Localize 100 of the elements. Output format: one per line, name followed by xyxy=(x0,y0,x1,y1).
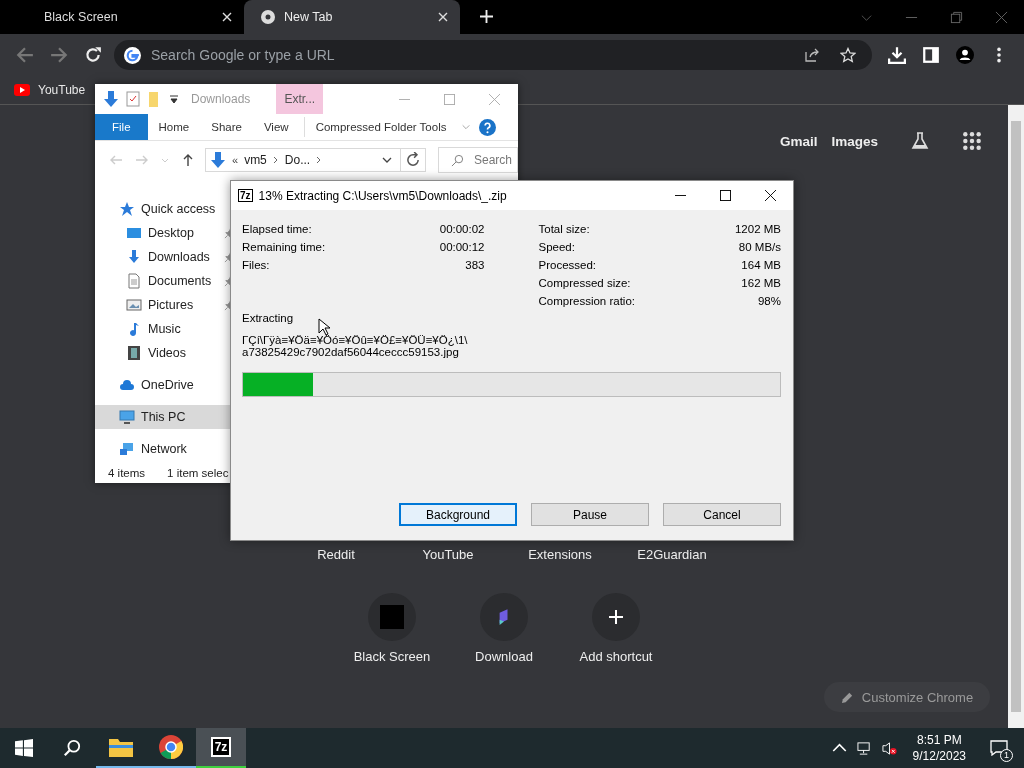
browser-tab[interactable]: Black Screen xyxy=(28,0,244,34)
stat-value: 80 MB/s xyxy=(738,241,781,253)
maximize-icon[interactable] xyxy=(720,190,731,201)
address-bar[interactable]: Search Google or type a URL xyxy=(114,40,872,70)
back-icon[interactable] xyxy=(16,46,34,64)
nav-item[interactable]: Videos xyxy=(95,341,235,365)
shortcut-label[interactable]: Reddit xyxy=(317,547,355,562)
chevron-right-icon[interactable] xyxy=(316,156,323,164)
pencil-icon xyxy=(840,690,854,704)
help-icon[interactable] xyxy=(479,118,497,136)
search-field[interactable]: Search xyxy=(438,147,518,173)
stat-value: 00:00:12 xyxy=(439,241,485,253)
share-icon[interactable] xyxy=(804,47,820,63)
shortcut-icon[interactable] xyxy=(480,593,528,641)
close-icon[interactable] xyxy=(765,190,776,201)
document-icon xyxy=(126,273,142,289)
stat-value: 1202 MB xyxy=(734,223,781,235)
shortcut-label[interactable]: Download xyxy=(475,649,533,664)
stat-label: Total size: xyxy=(538,223,590,235)
nav-item[interactable]: Pictures xyxy=(95,293,235,317)
search-icon xyxy=(451,153,464,167)
add-shortcut-button[interactable] xyxy=(592,593,640,641)
restore-icon[interactable] xyxy=(950,10,963,24)
shortcut-label[interactable]: Extensions xyxy=(528,547,592,562)
download-icon xyxy=(210,152,226,168)
plus-icon xyxy=(608,609,624,625)
browser-tab[interactable]: New Tab xyxy=(244,0,460,34)
file-tab[interactable]: File xyxy=(95,114,148,140)
clock-time[interactable]: 8:51 PM xyxy=(916,732,962,748)
plus-icon[interactable] xyxy=(480,10,493,23)
nav-item[interactable]: Music xyxy=(95,317,235,341)
bookmark[interactable]: YouTube xyxy=(14,83,86,97)
download-icon xyxy=(126,249,142,265)
clock-date[interactable]: 9/12/2023 xyxy=(912,748,966,764)
address-field[interactable]: « vm5 Do... xyxy=(205,148,401,172)
dialog-button[interactable]: Pause xyxy=(531,503,649,526)
address-input[interactable]: Search Google or type a URL xyxy=(149,46,790,64)
download-icon[interactable] xyxy=(888,46,906,64)
tab-title: New Tab xyxy=(284,10,334,24)
customize-button[interactable]: Customize Chrome xyxy=(824,682,990,712)
cursor-icon xyxy=(318,318,330,336)
window-title: Downloads xyxy=(191,92,251,106)
stat-label: Files: xyxy=(242,259,270,271)
status-label: Extracting xyxy=(242,312,295,324)
picture-icon xyxy=(126,297,142,313)
up-arrow-icon[interactable] xyxy=(181,153,195,167)
speech-bubble-icon xyxy=(990,740,1008,756)
side-panel-icon[interactable] xyxy=(922,46,940,64)
ribbon-tab[interactable]: Compressed Folder Tools xyxy=(304,114,458,140)
properties-icon[interactable] xyxy=(125,91,141,107)
star-icon[interactable] xyxy=(840,47,856,63)
chrome-logo-icon xyxy=(260,9,276,25)
network-icon[interactable] xyxy=(856,740,872,756)
nav-item[interactable]: OneDrive xyxy=(95,373,235,397)
stat-label: Elapsed time: xyxy=(242,223,312,235)
dialog-button[interactable]: Cancel xyxy=(663,503,781,526)
ribbon-tab[interactable]: Share xyxy=(200,114,253,140)
reload-icon[interactable] xyxy=(84,46,102,64)
film-icon xyxy=(126,345,142,361)
shortcut-label[interactable]: Black Screen xyxy=(353,649,431,664)
apps-grid-icon[interactable] xyxy=(962,131,982,151)
monitor-icon xyxy=(119,409,135,425)
forward-icon[interactable] xyxy=(50,46,68,64)
tab-title: Black Screen xyxy=(44,10,119,24)
app-logo: 7z xyxy=(210,737,232,757)
stat-label: Speed: xyxy=(538,241,575,253)
refresh-icon[interactable] xyxy=(400,148,426,172)
chevron-right-icon[interactable] xyxy=(272,156,279,164)
nav-item[interactable]: Quick access xyxy=(95,197,235,221)
google-icon xyxy=(124,46,141,64)
status-text: 4 items xyxy=(108,466,146,479)
header-link[interactable]: Images xyxy=(831,133,878,149)
notification-button[interactable]: 1 xyxy=(982,728,1016,768)
ribbon-tab[interactable]: View xyxy=(252,114,300,140)
dialog-button[interactable]: Background xyxy=(399,503,517,526)
chevron-down-icon[interactable] xyxy=(382,156,392,164)
shortcut-label[interactable]: E2Guardian xyxy=(637,547,707,562)
context-header: Extr... xyxy=(276,84,324,114)
nav-item[interactable]: Desktop xyxy=(95,221,235,245)
stat-label: Compression ratio: xyxy=(538,295,635,307)
scrollbar[interactable] xyxy=(1008,105,1024,728)
stat-label: Processed: xyxy=(538,259,597,271)
file-path: ΓÇí\Γÿà≡¥Öä≡¥Öó≡¥Öû≡¥Ö£≡¥ÖÜ≡¥Ö¿\1\ xyxy=(242,334,469,346)
ribbon-tab[interactable]: Home xyxy=(147,114,201,140)
header-link[interactable]: Gmail xyxy=(779,133,818,149)
nav-item[interactable]: Network xyxy=(95,437,235,461)
network-icon xyxy=(119,441,135,457)
cloud-icon xyxy=(119,377,135,393)
profile-icon[interactable] xyxy=(956,46,974,64)
flask-icon[interactable] xyxy=(910,131,930,151)
muted-speaker-icon[interactable] xyxy=(881,740,897,756)
app-logo: 7z xyxy=(238,189,253,202)
stat-label: Remaining time: xyxy=(242,241,326,253)
shortcut-label[interactable]: YouTube xyxy=(422,547,474,562)
caret-icon[interactable] xyxy=(169,94,179,104)
shortcut-label[interactable]: Add shortcut xyxy=(579,649,653,664)
taskbar-app[interactable]: 7z xyxy=(196,728,246,768)
nav-item[interactable]: Documents xyxy=(95,269,235,293)
stat-value: 00:00:02 xyxy=(439,223,485,235)
star-icon xyxy=(119,201,135,217)
